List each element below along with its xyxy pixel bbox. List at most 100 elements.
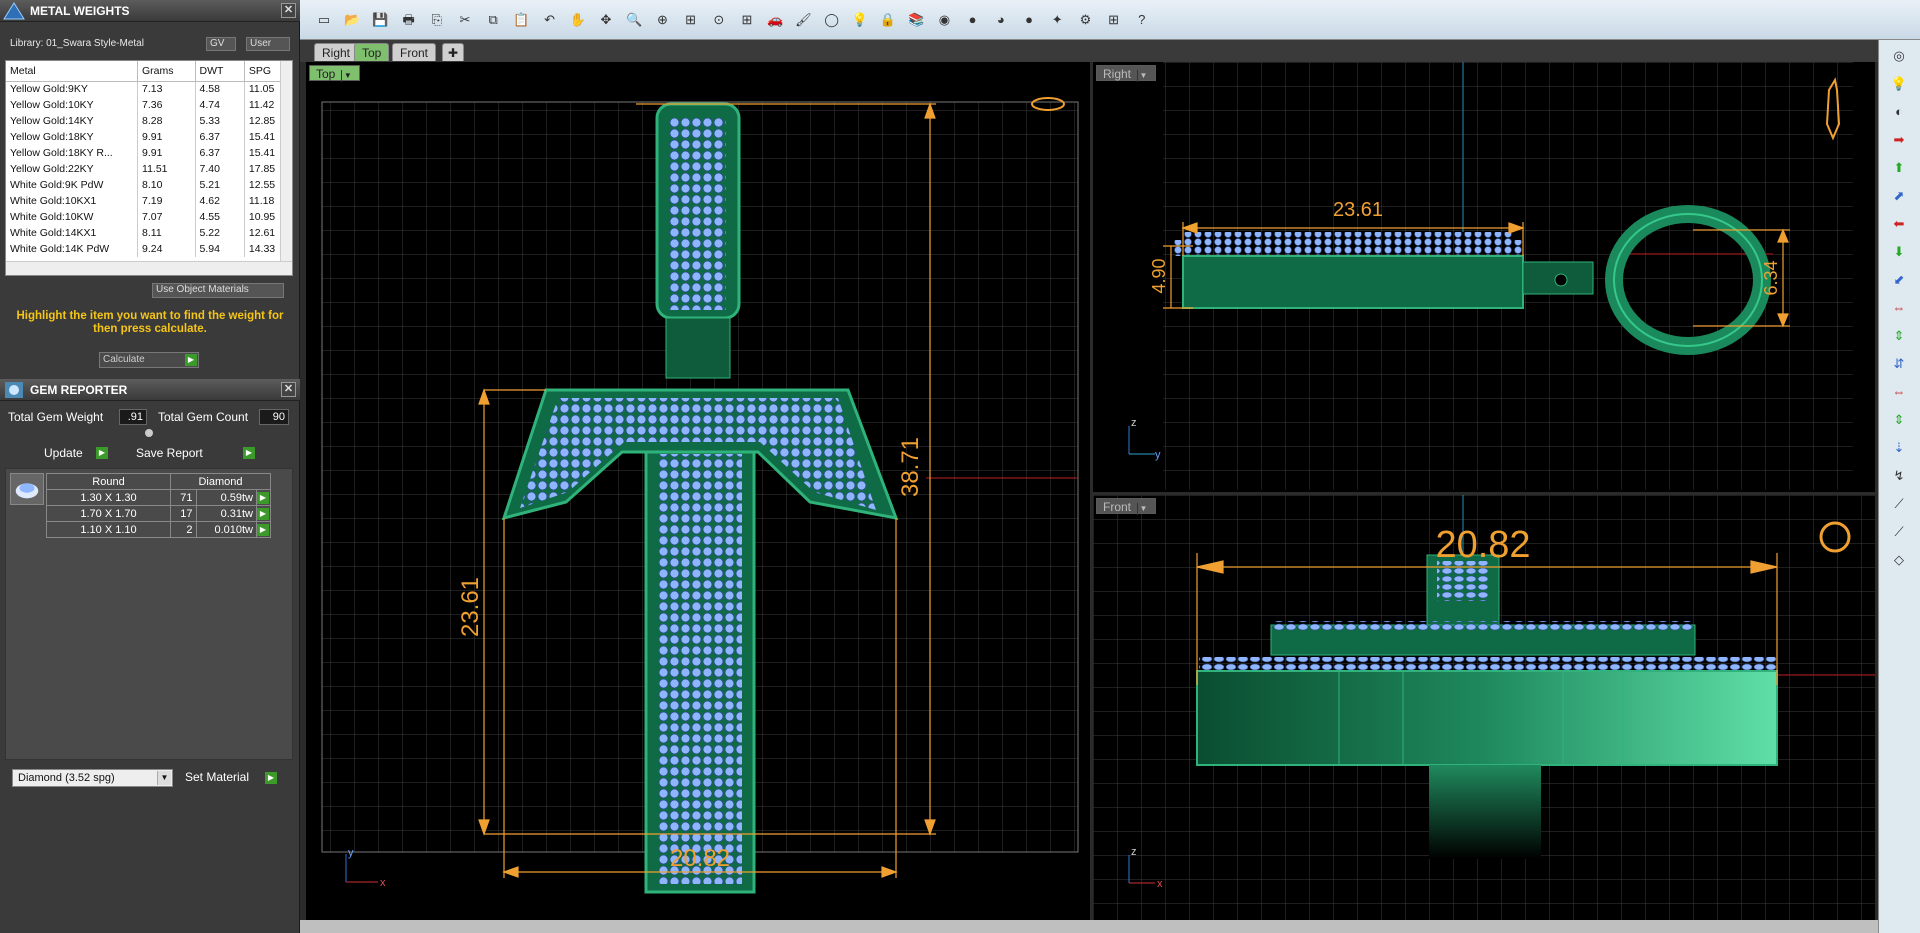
- transform-tool-icon[interactable]: ⇵: [1889, 354, 1909, 374]
- set-material-label: Set Material: [185, 770, 250, 784]
- update-button[interactable]: Update: [44, 445, 83, 462]
- shaded-sphere-icon[interactable]: ◕: [991, 10, 1011, 30]
- blue-sphere-icon[interactable]: ●: [1019, 10, 1039, 30]
- metal-col-header[interactable]: Grams: [137, 61, 196, 82]
- user-label: User: [250, 38, 272, 49]
- transform-tool-icon[interactable]: ◐: [1889, 102, 1909, 122]
- gear-icon[interactable]: ⚙: [1075, 10, 1095, 30]
- viewport-front[interactable]: 20.82 z x Front ▼: [1093, 495, 1875, 920]
- circle-icon[interactable]: ◯: [822, 10, 842, 30]
- table-row[interactable]: Yellow Gold:18KY 9.91 6.37 15.41: [6, 129, 287, 145]
- gem-row-go-icon[interactable]: ▶: [256, 489, 271, 506]
- add-tab-icon[interactable]: ✚: [442, 43, 464, 61]
- tab-right[interactable]: Right: [314, 43, 359, 61]
- horizontal-scrollbar[interactable]: [6, 261, 292, 275]
- color-wheel-icon[interactable]: ◉: [934, 10, 954, 30]
- transform-tool-icon[interactable]: ⇕: [1889, 326, 1909, 346]
- transform-tool-icon[interactable]: ⇣: [1889, 438, 1909, 458]
- zoom-icon[interactable]: 🔍: [624, 10, 644, 30]
- transform-tool-icon[interactable]: ⬋: [1889, 270, 1909, 290]
- cut-icon[interactable]: ✂: [455, 10, 475, 30]
- print-icon[interactable]: 🖶: [399, 10, 419, 30]
- metal-col-header[interactable]: Metal: [6, 61, 139, 82]
- pan-hand-icon[interactable]: ✋: [568, 10, 588, 30]
- viewport-front-label[interactable]: Front ▼: [1096, 498, 1157, 515]
- layers-icon[interactable]: 📚: [906, 10, 926, 30]
- save-report-go-icon[interactable]: ▶: [243, 447, 255, 459]
- save-report-button[interactable]: Save Report: [136, 445, 203, 462]
- open-folder-icon[interactable]: 📂: [342, 10, 362, 30]
- viewport-layout-icon[interactable]: ⊞: [737, 10, 757, 30]
- transform-tool-icon[interactable]: ⟋: [1889, 494, 1909, 514]
- close-icon[interactable]: ✕: [281, 3, 296, 18]
- transform-tool-icon[interactable]: ⬇: [1889, 242, 1909, 262]
- gem-row[interactable]: 1.30 X 1.30 71 0.59tw ▶: [46, 489, 271, 506]
- calculate-button[interactable]: Calculate ▶: [99, 352, 199, 368]
- zoom-extents-icon[interactable]: ⊞: [681, 10, 701, 30]
- lightbulb-icon[interactable]: 💡: [850, 10, 870, 30]
- viewport-right-label[interactable]: Right ▼: [1096, 65, 1157, 82]
- table-row[interactable]: Yellow Gold:22KY 11.51 7.40 17.85: [6, 161, 287, 177]
- table-cell: 4.58: [195, 81, 245, 97]
- wand-icon[interactable]: ✦: [1047, 10, 1067, 30]
- right-axis-y: y: [1155, 449, 1161, 461]
- table-row[interactable]: White Gold:14KX1 8.11 5.22 12.61: [6, 225, 287, 241]
- zoom-window-icon[interactable]: ⊕: [652, 10, 672, 30]
- gv-toggle[interactable]: GV: [206, 37, 236, 51]
- table-row[interactable]: White Gold:14K PdW 9.24 5.94 14.33: [6, 241, 287, 257]
- table-row[interactable]: Yellow Gold:10KY 7.36 4.74 11.42: [6, 97, 287, 113]
- save-icon[interactable]: 💾: [370, 10, 390, 30]
- table-row[interactable]: White Gold:9K PdW 8.10 5.21 12.55: [6, 177, 287, 193]
- gem-row[interactable]: 1.10 X 1.10 2 0.010tw ▶: [46, 521, 271, 538]
- update-go-icon[interactable]: ▶: [96, 447, 108, 459]
- transform-tool-icon[interactable]: ⬅: [1889, 214, 1909, 234]
- paint-icon[interactable]: 🖌: [793, 10, 813, 30]
- splitter-handle[interactable]: [145, 429, 153, 437]
- zoom-selected-icon[interactable]: ⊙: [709, 10, 729, 30]
- gem-row-go-icon[interactable]: ▶: [256, 521, 271, 538]
- help-icon[interactable]: ?: [1132, 10, 1152, 30]
- undo-icon[interactable]: ↶: [540, 10, 560, 30]
- close-icon[interactable]: ✕: [281, 382, 296, 397]
- move-icon[interactable]: ✥: [596, 10, 616, 30]
- viewport-top[interactable]: Top ▼ 20.82 38.71 23.61 y x: [306, 62, 1090, 920]
- clipboard-icon[interactable]: 📋: [511, 10, 531, 30]
- transform-tool-icon[interactable]: ⇔: [1889, 298, 1909, 318]
- transform-tool-icon[interactable]: ⬆: [1889, 158, 1909, 178]
- gem-row[interactable]: 1.70 X 1.70 17 0.31tw ▶: [46, 505, 271, 522]
- lock-icon[interactable]: 🔒: [878, 10, 898, 30]
- paste-icon[interactable]: ⧉: [483, 10, 503, 30]
- tab-front[interactable]: Front: [392, 43, 437, 61]
- transform-tool-icon[interactable]: ⬈: [1889, 186, 1909, 206]
- viewport-front-name: Front: [1103, 500, 1132, 514]
- vertical-scrollbar[interactable]: [280, 61, 292, 261]
- transform-tool-icon[interactable]: ➡: [1889, 130, 1909, 150]
- table-row[interactable]: Yellow Gold:18KY R... 9.91 6.37 15.41: [6, 145, 287, 161]
- transform-tool-icon[interactable]: ⇕: [1889, 410, 1909, 430]
- table-row[interactable]: Yellow Gold:9KY 7.13 4.58 11.05: [6, 81, 287, 97]
- transform-tool-icon[interactable]: ◎: [1889, 46, 1909, 66]
- grid-icon[interactable]: ⊞: [1104, 10, 1124, 30]
- tab-top[interactable]: Top: [354, 43, 390, 61]
- user-toggle[interactable]: User: [246, 37, 290, 51]
- car-icon[interactable]: 🚗: [765, 10, 785, 30]
- use-object-materials-checkbox[interactable]: Use Object Materials: [152, 283, 284, 298]
- set-material-button[interactable]: Set Material: [185, 770, 249, 784]
- sphere-icon[interactable]: ●: [963, 10, 983, 30]
- material-select[interactable]: Diamond (3.52 spg) ▼: [12, 769, 173, 787]
- table-row[interactable]: Yellow Gold:14KY 8.28 5.33 12.85: [6, 113, 287, 129]
- copy-icon[interactable]: ⎘: [427, 10, 447, 30]
- set-material-go-icon[interactable]: ▶: [265, 772, 277, 784]
- table-row[interactable]: White Gold:10KX1 7.19 4.62 11.18: [6, 193, 287, 209]
- transform-tool-icon[interactable]: ⇔: [1889, 382, 1909, 402]
- transform-tool-icon[interactable]: 💡: [1889, 74, 1909, 94]
- gem-row-go-icon[interactable]: ▶: [256, 505, 271, 522]
- transform-tool-icon[interactable]: ◇: [1889, 550, 1909, 570]
- transform-tool-icon[interactable]: ↯: [1889, 466, 1909, 486]
- metal-col-header[interactable]: DWT: [195, 61, 245, 82]
- table-row[interactable]: White Gold:10KW 7.07 4.55 10.95: [6, 209, 287, 225]
- table-cell: 7.07: [137, 209, 196, 225]
- viewport-right[interactable]: 23.61 4.90 6.34 z y Right ▼: [1093, 62, 1875, 492]
- new-file-icon[interactable]: ▭: [314, 10, 334, 30]
- transform-tool-icon[interactable]: ⟋: [1889, 522, 1909, 542]
